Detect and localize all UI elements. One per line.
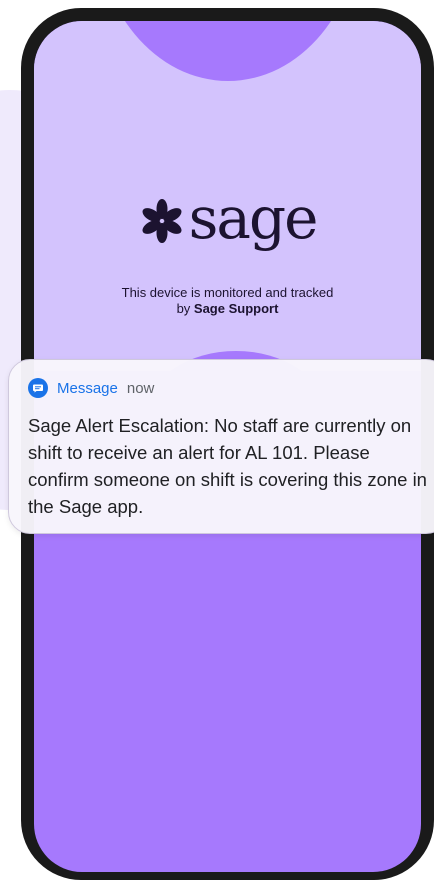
logo-wordmark: sage (188, 184, 319, 252)
notification-header: Message now (28, 378, 154, 398)
stage: sage This device is monitored and tracke… (0, 0, 434, 880)
monitor-notice: This device is monitored and tracked (121, 285, 334, 300)
sage-logo: sage (34, 189, 421, 247)
notification-time: now (126, 379, 155, 397)
monitor-notice-org: by Sage Support (176, 301, 279, 316)
notification-app-name: Message (57, 379, 118, 397)
message-notification[interactable]: Message now Sage Alert Escalation: No st… (8, 359, 434, 534)
flower-asterisk-icon (142, 199, 182, 243)
org-name: Sage Support (193, 301, 279, 316)
message-icon (28, 378, 48, 398)
notification-body: Sage Alert Escalation: No staff are curr… (28, 415, 427, 517)
